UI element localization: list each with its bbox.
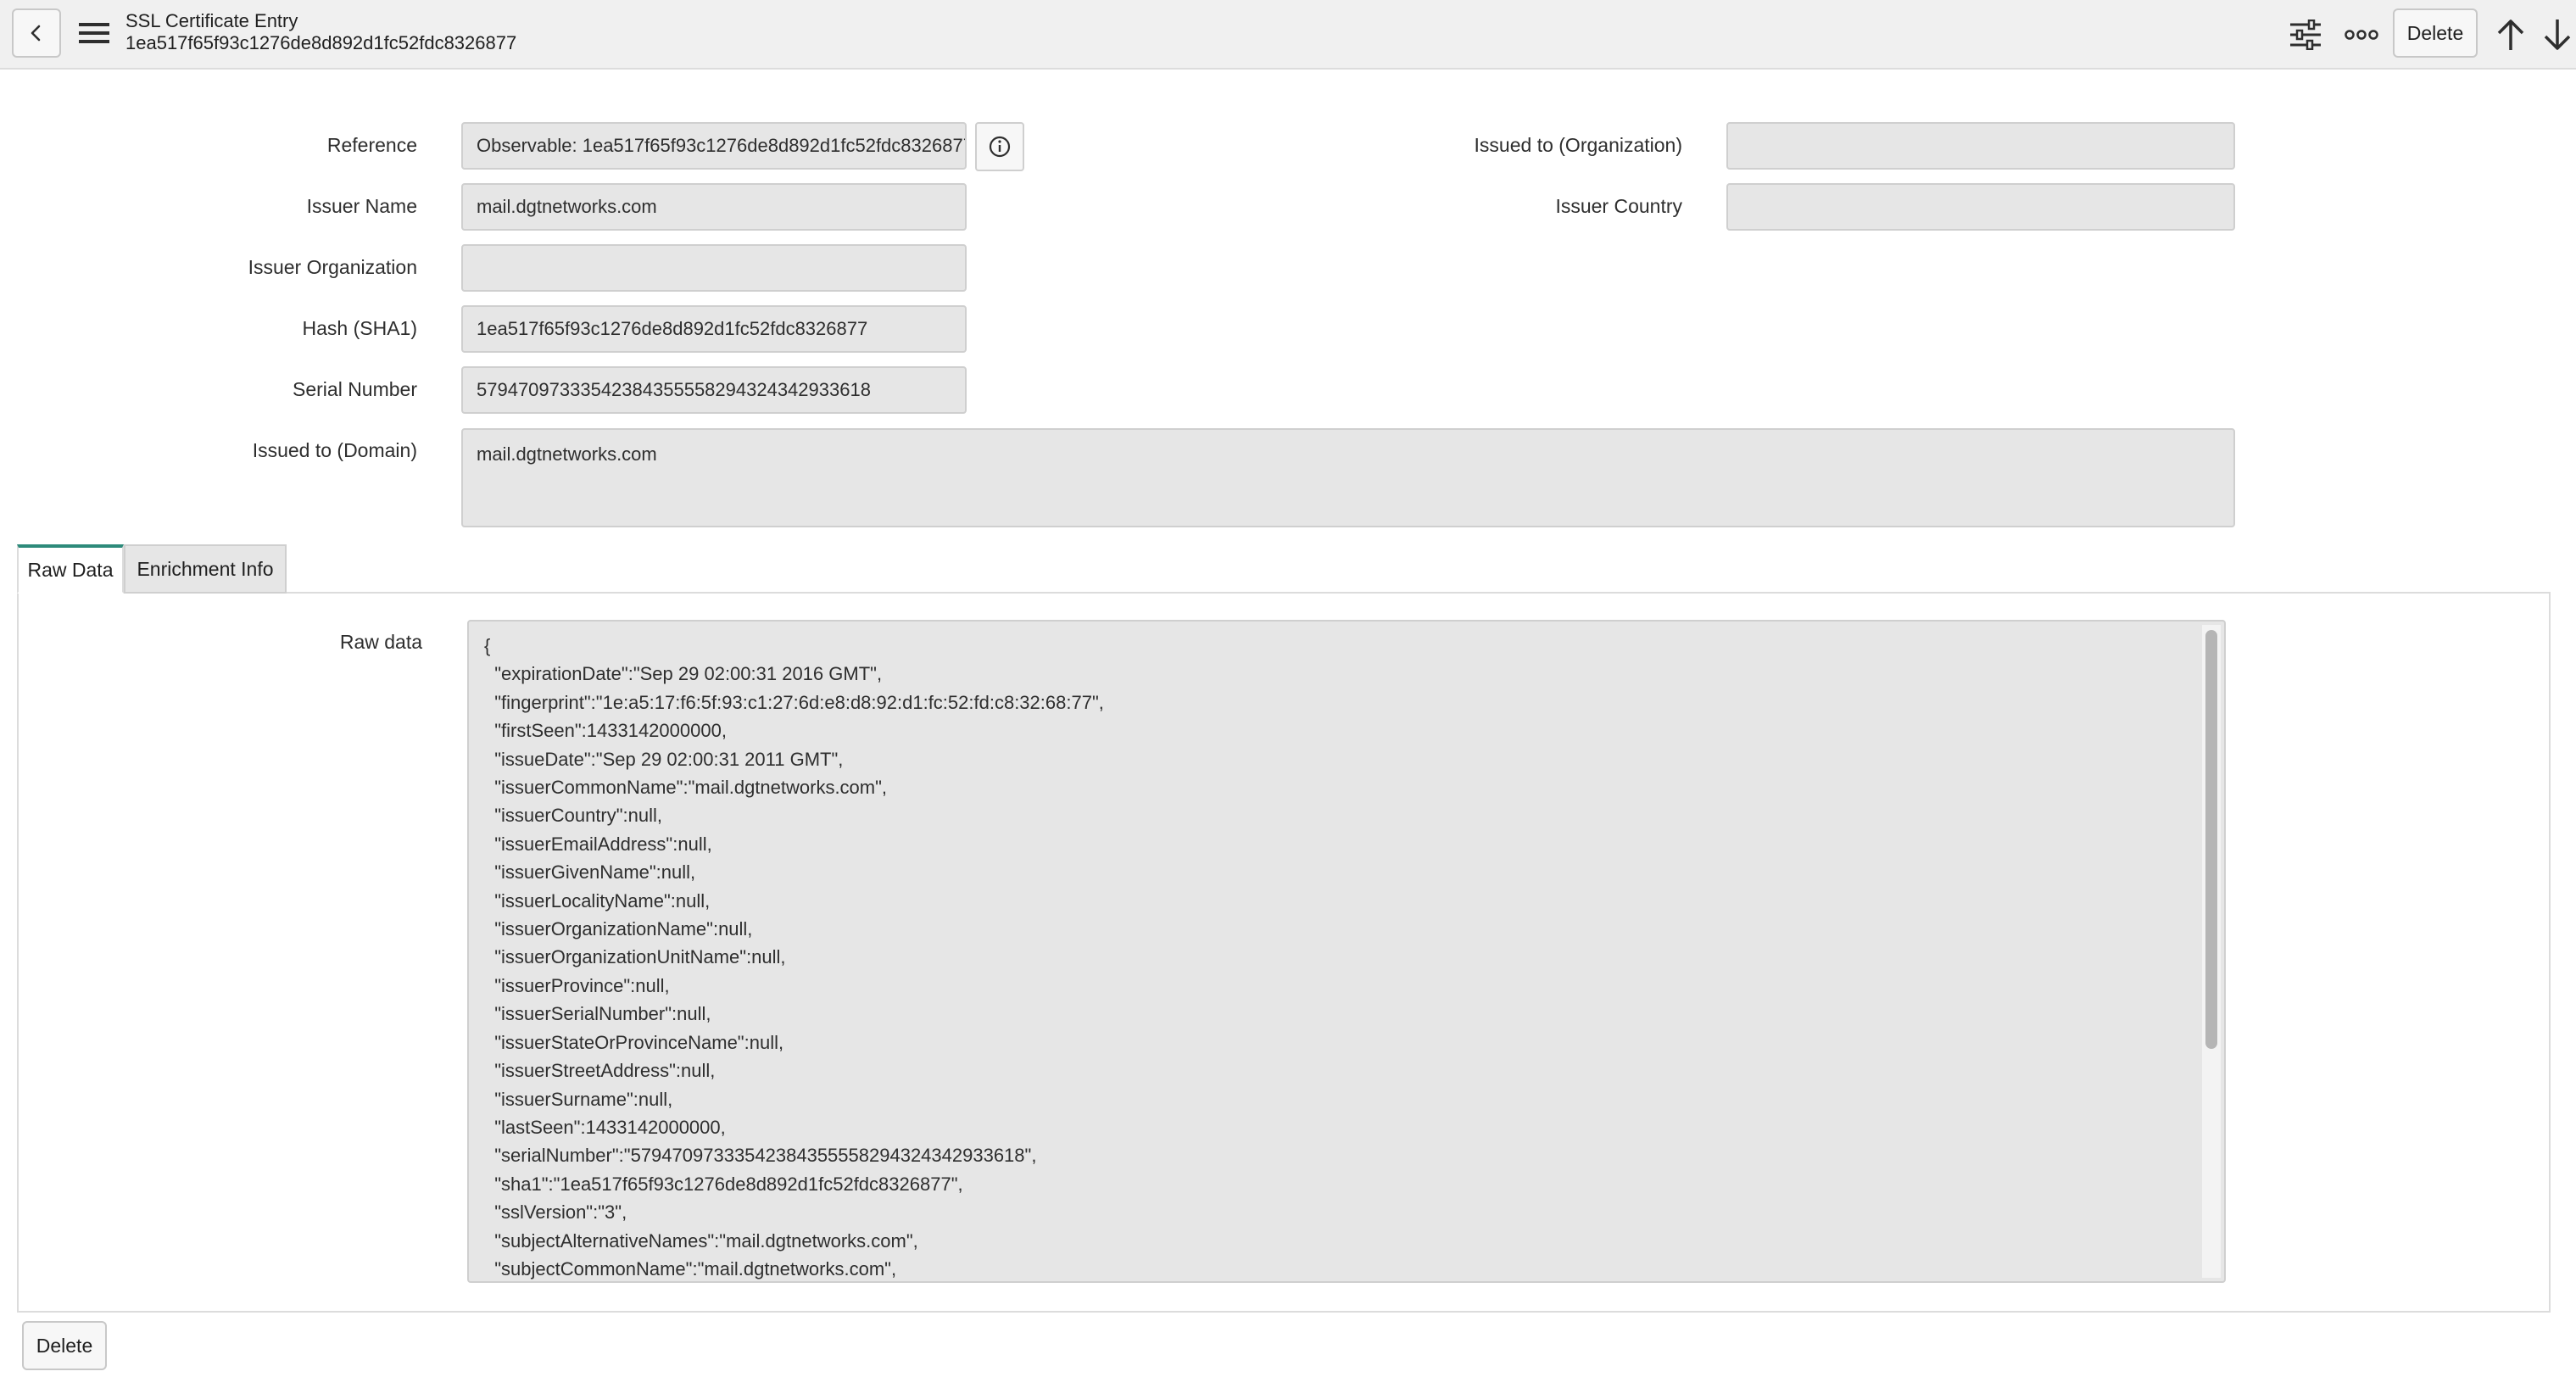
- issuer-country-field[interactable]: [1726, 183, 2235, 231]
- more-horizontal-icon: [2345, 30, 2378, 40]
- issuer-organization-label: Issuer Organization: [248, 256, 417, 278]
- raw-data-label: Raw data: [339, 631, 422, 653]
- next-record-button[interactable]: [2539, 10, 2576, 59]
- scrollbar-thumb[interactable]: [2205, 630, 2217, 1049]
- raw-data-line: "issuerStreetAddress":null,: [484, 1060, 716, 1082]
- back-button[interactable]: [12, 8, 61, 58]
- tab-raw-data[interactable]: Raw Data: [17, 544, 124, 594]
- raw-data-line: "issuerSurname":null,: [484, 1088, 673, 1110]
- raw-data-line: "issuerGivenName":null,: [484, 861, 696, 884]
- raw-data-line: "subjectCommonName":"mail.dgtnetworks.co…: [484, 1257, 897, 1279]
- reference-field[interactable]: Observable: 1ea517f65f93c1276de8d892d1fc…: [461, 122, 967, 170]
- raw-data-line: "subjectAlternativeNames":"mail.dgtnetwo…: [484, 1229, 918, 1252]
- issuer-organization-field[interactable]: [461, 244, 967, 292]
- form-header: SSL Certificate Entry 1ea517f65f93c1276d…: [0, 0, 2576, 70]
- sliders-icon: [2290, 20, 2321, 50]
- raw-data-line: "serialNumber":"579470973335423843555582…: [484, 1145, 1037, 1167]
- menu-button[interactable]: [71, 10, 117, 56]
- footer-delete-button[interactable]: Delete: [22, 1321, 107, 1370]
- issued-to-domain-field[interactable]: mail.dgtnetworks.com: [461, 428, 2235, 527]
- raw-data-line: {: [484, 635, 491, 656]
- info-icon: [989, 136, 1011, 158]
- raw-data-line: "issuerCountry":null,: [484, 805, 663, 827]
- reference-label: Reference: [326, 134, 417, 156]
- previous-record-button[interactable]: [2488, 10, 2534, 59]
- raw-data-line: "issuerLocalityName":null,: [484, 889, 711, 911]
- more-options-button[interactable]: [2337, 10, 2386, 59]
- header-delete-button[interactable]: Delete: [2393, 8, 2478, 58]
- issued-to-organization-field[interactable]: [1726, 122, 2235, 170]
- arrow-up-icon: [2497, 20, 2524, 50]
- raw-data-line: "fingerprint":"1e:a5:17:f6:5f:93:c1:27:6…: [484, 691, 1104, 713]
- hamburger-menu-icon: [79, 23, 109, 43]
- raw-data-scrollbar[interactable]: [2202, 625, 2221, 1278]
- personalize-form-button[interactable]: [2281, 10, 2330, 59]
- page-title: SSL Certificate Entry: [125, 10, 298, 31]
- issued-to-organization-label: Issued to (Organization): [1474, 134, 1682, 156]
- raw-data-text: { "expirationDate":"Sep 29 02:00:31 2016…: [484, 632, 1104, 1281]
- raw-data-line: "sha1":"1ea517f65f93c1276de8d892d1fc52fd…: [484, 1173, 963, 1195]
- tab-enrichment-info[interactable]: Enrichment Info: [124, 544, 287, 594]
- raw-data-line: "issuerStateOrProvinceName":null,: [484, 1031, 784, 1053]
- issuer-name-label: Issuer Name: [306, 195, 417, 217]
- hash-sha1-field[interactable]: 1ea517f65f93c1276de8d892d1fc52fdc8326877: [461, 305, 967, 353]
- raw-data-line: "firstSeen":1433142000000,: [484, 720, 727, 742]
- raw-data-line: "issuerCommonName":"mail.dgtnetworks.com…: [484, 777, 888, 799]
- serial-number-label: Serial Number: [293, 378, 417, 400]
- issuer-name-field[interactable]: mail.dgtnetworks.com: [461, 183, 967, 231]
- raw-data-line: "issuerProvince":null,: [484, 974, 670, 996]
- hash-sha1-label: Hash (SHA1): [302, 317, 417, 339]
- raw-data-line: "issuerOrganizationName":null,: [484, 918, 753, 940]
- issued-to-domain-label: Issued to (Domain): [252, 439, 417, 461]
- reference-info-button[interactable]: [975, 122, 1024, 171]
- raw-data-line: "lastSeen":1433142000000,: [484, 1116, 726, 1138]
- title-block: SSL Certificate Entry 1ea517f65f93c1276d…: [125, 10, 516, 54]
- raw-data-line: "sslVersion":"3",: [484, 1201, 627, 1224]
- serial-number-field[interactable]: 57947097333542384355558294324342933618: [461, 366, 967, 414]
- raw-data-line: "issueDate":"Sep 29 02:00:31 2011 GMT",: [484, 748, 844, 770]
- raw-data-line: "issuerSerialNumber":null,: [484, 1003, 711, 1025]
- issuer-country-label: Issuer Country: [1555, 195, 1682, 217]
- chevron-left-icon: [31, 25, 41, 42]
- page-subtitle: 1ea517f65f93c1276de8d892d1fc52fdc8326877: [125, 32, 517, 53]
- arrow-down-icon: [2544, 20, 2571, 50]
- raw-data-line: "issuerOrganizationUnitName":null,: [484, 946, 786, 968]
- raw-data-line: "expirationDate":"Sep 29 02:00:31 2016 G…: [484, 663, 883, 685]
- raw-data-field[interactable]: { "expirationDate":"Sep 29 02:00:31 2016…: [467, 620, 2226, 1283]
- raw-data-line: "issuerEmailAddress":null,: [484, 833, 712, 855]
